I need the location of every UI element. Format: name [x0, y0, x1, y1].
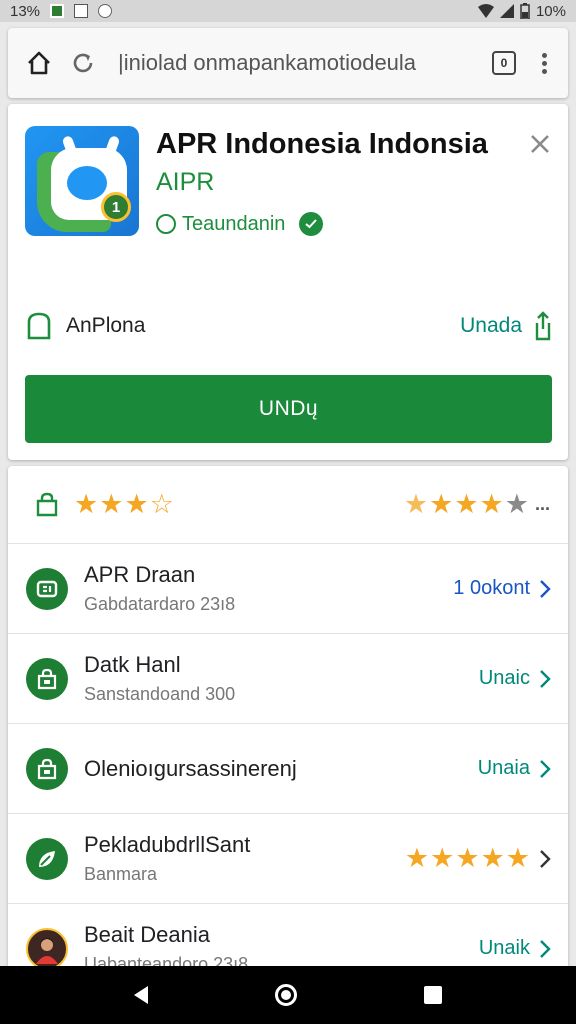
- list-item-title: Beait Deania: [84, 922, 210, 947]
- rating-ellipsis: ...: [534, 494, 550, 514]
- battery-percent: 10%: [535, 2, 566, 20]
- app-meta-left-label: AnPlona: [66, 314, 146, 337]
- list-item-subtitle: Banmara: [84, 864, 158, 884]
- star-icon: ★: [454, 489, 479, 519]
- tab-switcher-button[interactable]: 0: [492, 51, 516, 75]
- system-nav-bar: [0, 966, 576, 1024]
- chevron-right-icon: [540, 579, 551, 598]
- home-nav-icon[interactable]: [274, 984, 297, 1006]
- app-title: APR Indonesia Indonsia: [156, 128, 488, 160]
- document-notification-icon: [74, 4, 89, 18]
- chevron-right-icon: [540, 849, 551, 868]
- recent-apps-icon[interactable]: [424, 986, 443, 1004]
- close-icon[interactable]: [526, 130, 554, 158]
- star-icon: ★: [430, 843, 455, 873]
- signal-icon: [499, 4, 514, 18]
- star-outline-icon: ☆: [149, 489, 174, 519]
- share-icon[interactable]: [534, 311, 552, 341]
- bag-icon: [26, 747, 68, 790]
- verified-check-icon: [299, 212, 324, 236]
- contacts-icon: [26, 567, 68, 610]
- list-item-title: PekladubdrllSant: [84, 832, 251, 857]
- bag-icon: [36, 492, 58, 516]
- reload-icon[interactable]: [66, 46, 100, 80]
- battery-percent-left: 13%: [10, 2, 41, 20]
- rating-stars-left: ★ ★ ★ ☆: [74, 491, 174, 518]
- list-item-action-label: Unaic: [478, 667, 530, 689]
- star-icon: ★: [429, 489, 454, 519]
- rating-stars-right: ★ ★ ★ ★ ★: [404, 491, 529, 518]
- app-developer[interactable]: AIPR: [156, 168, 214, 197]
- chevron-right-icon: [540, 939, 551, 958]
- bag-icon: [26, 657, 68, 700]
- list-item-action-label: Unaik: [478, 937, 530, 959]
- app-tag: Teaundanin: [156, 212, 324, 236]
- star-icon: ★: [403, 489, 429, 519]
- app-icon: 1: [25, 126, 139, 236]
- list-item-subtitle: Gabdatardaro 23ı8: [84, 594, 236, 614]
- star-icon: ★: [480, 843, 505, 873]
- list-item-title: Olenioıgursassinerenj: [84, 755, 297, 781]
- star-icon: ★: [404, 843, 430, 873]
- url-field[interactable]: |iniolad onmapankamotiodeula: [118, 50, 482, 76]
- browser-url-bar: |iniolad onmapankamotiodeula 0: [8, 28, 568, 98]
- image-notification-icon: [50, 4, 65, 18]
- circle-notification-icon: [98, 4, 113, 18]
- list-item-title: APR Draan: [84, 562, 196, 587]
- list-item[interactable]: Beait Deania Uabanteandoro 23ı8 Unaik: [8, 904, 568, 966]
- bookmark-icon: [27, 312, 51, 340]
- chevron-right-icon: [540, 669, 551, 688]
- list-item-action-label: 1 0okont: [453, 577, 530, 599]
- list-item-action[interactable]: Unaik: [479, 937, 552, 960]
- list-item-action[interactable]: Unaic: [479, 667, 552, 690]
- app-meta-right-label[interactable]: Unada: [460, 314, 522, 338]
- star-gray-icon: ★: [504, 489, 529, 519]
- install-button[interactable]: UNDų: [25, 375, 552, 443]
- tag-ring-icon: [156, 214, 176, 234]
- star-icon: ★: [479, 489, 504, 519]
- list-item-action[interactable]: 1 0okont: [453, 577, 552, 600]
- list-item-action[interactable]: ★ ★ ★ ★ ★: [405, 845, 552, 872]
- list-item[interactable]: PekladubdrllSant Banmara ★ ★ ★ ★ ★: [8, 814, 568, 904]
- list-item[interactable]: Olenioıgursassinerenj Unaia: [8, 724, 568, 814]
- list-item-action[interactable]: Unaia: [478, 757, 552, 780]
- status-bar: 13% 10%: [0, 0, 576, 22]
- leaf-icon: [26, 837, 68, 880]
- overflow-menu-icon[interactable]: [534, 52, 554, 74]
- app-card: 1 APR Indonesia Indonsia AIPR Teaundanin…: [8, 104, 568, 460]
- related-list: ★ ★ ★ ☆ ★ ★ ★ ★ ★ ... APR Draan Gabdatar…: [8, 466, 568, 966]
- back-icon[interactable]: [133, 986, 148, 1004]
- home-icon[interactable]: [22, 46, 56, 80]
- chevron-right-icon: [540, 759, 551, 778]
- list-item-rating-stars: ★ ★ ★ ★ ★: [405, 845, 530, 872]
- wifi-icon: [477, 4, 494, 18]
- star-icon: ★: [74, 489, 99, 519]
- list-item-subtitle: Sanstandoand 300: [84, 684, 236, 704]
- star-icon: ★: [505, 843, 530, 873]
- avatar-icon: [26, 927, 68, 966]
- star-icon: ★: [99, 489, 124, 519]
- app-tag-label: Teaundanin: [182, 212, 286, 235]
- star-icon: ★: [455, 843, 480, 873]
- battery-icon: [520, 3, 530, 19]
- list-item-action-label: Unaia: [477, 757, 530, 779]
- app-meta-row: AnPlona Unada: [26, 308, 552, 344]
- list-item-subtitle: Uabanteandoro 23ı8: [84, 954, 249, 966]
- list-item-title: Datk Hanl: [84, 652, 181, 677]
- star-icon: ★: [124, 489, 149, 519]
- app-icon-badge: 1: [101, 192, 131, 222]
- rating-row: ★ ★ ★ ☆ ★ ★ ★ ★ ★ ...: [8, 466, 568, 544]
- list-item[interactable]: Datk Hanl Sanstandoand 300 Unaic: [8, 634, 568, 724]
- list-item[interactable]: APR Draan Gabdatardaro 23ı8 1 0okont: [8, 544, 568, 634]
